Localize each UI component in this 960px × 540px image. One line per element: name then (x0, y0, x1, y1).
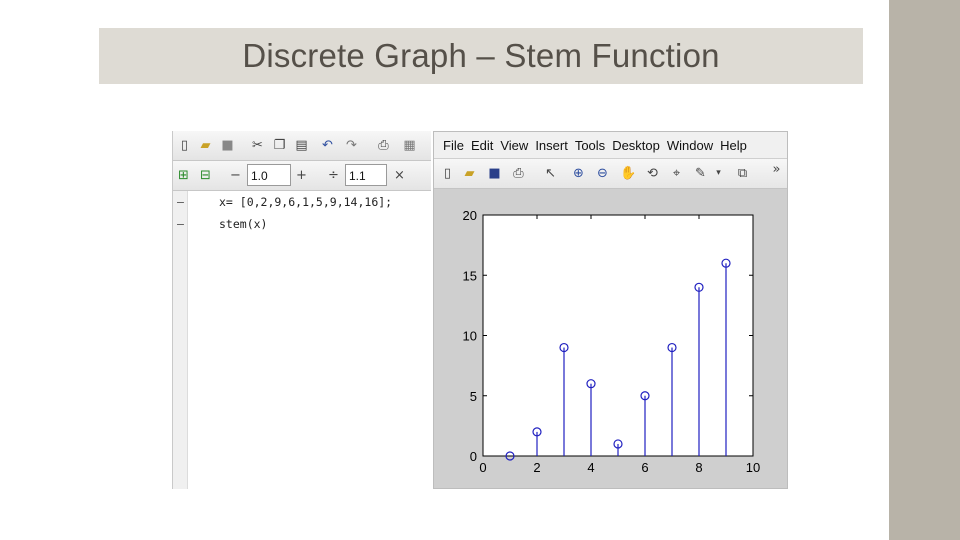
divide-button[interactable]: ÷ (325, 167, 342, 184)
line-marker: – (177, 217, 184, 231)
open-folder-icon[interactable]: ▰ (461, 165, 478, 182)
menu-insert[interactable]: Insert (535, 138, 568, 153)
x-tick-label: 8 (695, 460, 702, 475)
save-icon[interactable]: ■ (486, 165, 503, 182)
zoom-out-icon[interactable]: ⊖ (594, 165, 611, 182)
undo-icon[interactable]: ↶ (319, 137, 336, 154)
x-tick-label: 2 (533, 460, 540, 475)
decrement-button[interactable]: − (227, 167, 244, 184)
pan-icon[interactable]: ✋ (620, 165, 637, 182)
slide-side-band (889, 0, 960, 540)
data-cursor-icon[interactable]: ⌖ (668, 165, 685, 182)
axes-box (482, 214, 754, 457)
link-plot-icon[interactable]: ⧉ (734, 165, 751, 182)
zoom-factor-field[interactable]: 1.1 (345, 164, 387, 186)
y-tick-label: 0 (470, 449, 477, 464)
y-tick-label: 10 (463, 329, 477, 344)
print-icon[interactable]: ⎙ (510, 165, 527, 182)
x-tick-label: 0 (479, 460, 486, 475)
copy-icon[interactable]: ❐ (271, 137, 288, 154)
zoom-in-icon[interactable]: ⊕ (570, 165, 587, 182)
y-tick-label: 5 (470, 389, 477, 404)
x-tick-label: 6 (641, 460, 648, 475)
increment-button[interactable]: + (293, 167, 310, 184)
y-tick-label: 20 (463, 208, 477, 223)
figure-window: File Edit View Insert Tools Desktop Wind… (433, 131, 788, 489)
find-icon[interactable]: ▦ (401, 137, 418, 154)
brush-icon[interactable]: ✎ (692, 165, 709, 182)
cell-insert-icon[interactable]: ⊞ (175, 167, 192, 184)
y-tick-label: 15 (463, 268, 477, 283)
rotate-icon[interactable]: ⟲ (644, 165, 661, 182)
slide-title: Discrete Graph – Stem Function (242, 37, 720, 74)
menu-help[interactable]: Help (720, 138, 747, 153)
menu-edit[interactable]: Edit (471, 138, 493, 153)
editor-toolbar-top: ▯ ▰ ■ ✂ ❐ ▤ ↶ ↷ ⎙ ▦ (173, 131, 431, 161)
menu-desktop[interactable]: Desktop (612, 138, 660, 153)
toolbar-overflow[interactable]: » (768, 161, 785, 178)
plot-area: 0 2 4 6 8 10 0 5 10 15 20 (434, 189, 787, 488)
zoom-increment-field[interactable]: 1.0 (247, 164, 291, 186)
new-file-icon[interactable]: ▯ (176, 137, 193, 154)
editor-window: ▯ ▰ ■ ✂ ❐ ▤ ↶ ↷ ⎙ ▦ ⊞ ⊟ − + ÷ × 1.0 1.1 … (172, 131, 431, 489)
figure-menubar: File Edit View Insert Tools Desktop Wind… (434, 132, 787, 158)
menu-window[interactable]: Window (667, 138, 713, 153)
editor-gutter (173, 191, 188, 489)
menu-tools[interactable]: Tools (575, 138, 605, 153)
print-icon[interactable]: ⎙ (375, 137, 392, 154)
new-figure-icon[interactable]: ▯ (439, 165, 456, 182)
line-marker: – (177, 195, 184, 209)
cell-split-icon[interactable]: ⊟ (197, 167, 214, 184)
menu-file[interactable]: File (443, 138, 464, 153)
slide-title-bar: Discrete Graph – Stem Function (99, 28, 863, 84)
paste-icon[interactable]: ▤ (293, 137, 310, 154)
multiply-button[interactable]: × (391, 167, 408, 184)
code-line[interactable]: stem(x) (219, 217, 267, 231)
save-icon[interactable]: ■ (219, 137, 236, 154)
pointer-icon[interactable]: ↖ (542, 165, 559, 182)
menu-view[interactable]: View (500, 138, 528, 153)
x-tick-label: 4 (587, 460, 594, 475)
x-tick-label: 10 (746, 460, 760, 475)
chevron-down-icon[interactable]: ▾ (710, 165, 727, 182)
cut-icon[interactable]: ✂ (249, 137, 266, 154)
redo-icon[interactable]: ↷ (343, 137, 360, 154)
open-folder-icon[interactable]: ▰ (197, 137, 214, 154)
figure-toolbar: ▯ ▰ ■ ⎙ ↖ ⊕ ⊖ ✋ ⟲ ⌖ ✎ ▾ ⧉ » (434, 159, 787, 189)
code-line[interactable]: x= [0,2,9,6,1,5,9,14,16]; (219, 195, 392, 209)
editor-toolbar-cell: ⊞ ⊟ − + ÷ × (173, 161, 431, 191)
stem-chart: 0 2 4 6 8 10 0 5 10 15 20 (463, 208, 761, 475)
